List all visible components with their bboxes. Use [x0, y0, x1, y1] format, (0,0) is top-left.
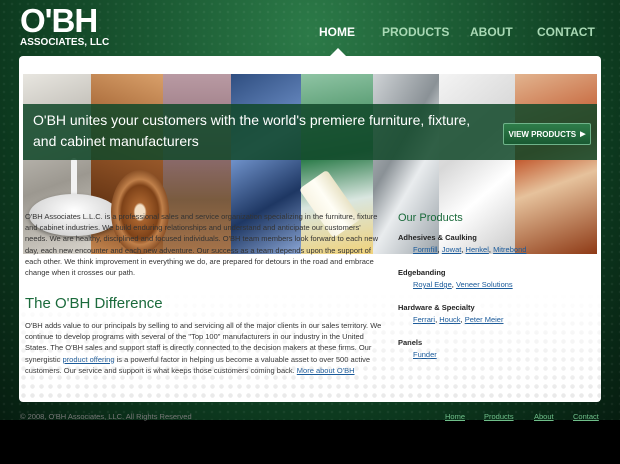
category-title: Panels	[398, 338, 423, 347]
product-link-ferrari[interactable]: Ferrari	[413, 315, 435, 324]
product-link-mitrebond[interactable]: Mitrebond	[493, 245, 526, 254]
nav-home[interactable]: HOME	[319, 25, 355, 39]
category-hardware: Hardware & Specialty Ferrari, Houck, Pet…	[398, 303, 594, 324]
product-link-houck[interactable]: Houck	[439, 315, 460, 324]
products-sidebar: Our Products Adhesives & Caulking Formfi…	[398, 212, 594, 373]
footer-link-contact[interactable]: Contact	[573, 412, 599, 421]
category-edgebanding: Edgebanding Royal Edge, Veneer Solutions	[398, 268, 594, 289]
nav-about[interactable]: ABOUT	[470, 25, 513, 39]
category-title: Adhesives & Caulking	[398, 233, 477, 242]
copyright-text: © 2008, O'BH Associates, LLC. All Rights…	[20, 412, 192, 421]
product-link-jowat[interactable]: Jowat	[442, 245, 462, 254]
product-link-formfill[interactable]: Formfill	[413, 245, 438, 254]
category-title: Edgebanding	[398, 268, 446, 277]
category-panels: Panels Funder	[398, 338, 594, 359]
main-nav: HOME PRODUCTS ABOUT CONTACT	[0, 25, 620, 41]
intro-paragraph: O'BH Associates L.L.C. is a professional…	[25, 212, 379, 278]
product-offering-link[interactable]: product offering	[63, 355, 115, 364]
more-about-link[interactable]: More about O'BH	[297, 366, 355, 375]
active-nav-pointer	[329, 48, 347, 57]
product-link-veneer-solutions[interactable]: Veneer Solutions	[456, 280, 513, 289]
category-title: Hardware & Specialty	[398, 303, 475, 312]
category-links: Formfill, Jowat, Henkel, Mitrebond	[413, 245, 527, 254]
product-link-royal-edge[interactable]: Royal Edge	[413, 280, 452, 289]
difference-paragraph: O'BH adds value to our principals by sel…	[25, 320, 385, 376]
arrow-right-icon: ▶	[580, 131, 586, 138]
category-links: Royal Edge, Veneer Solutions	[413, 280, 513, 289]
nav-products[interactable]: PRODUCTS	[382, 25, 449, 39]
category-links: Funder	[398, 350, 594, 359]
nav-contact[interactable]: CONTACT	[537, 25, 595, 39]
product-link-peter-meier[interactable]: Peter Meier	[465, 315, 504, 324]
view-products-button[interactable]: VIEW PRODUCTS ▶	[503, 123, 591, 145]
category-links: Ferrari, Houck, Peter Meier	[413, 315, 504, 324]
footer-link-products[interactable]: Products	[484, 412, 514, 421]
sidebar-title: Our Products	[398, 212, 463, 224]
footer: © 2008, O'BH Associates, LLC. All Rights…	[0, 408, 620, 428]
footer-link-home[interactable]: Home	[445, 412, 465, 421]
view-products-label: VIEW PRODUCTS	[508, 129, 577, 139]
banner-heading: O'BH unites your customers with the worl…	[33, 112, 471, 149]
product-link-funder[interactable]: Funder	[413, 350, 437, 359]
content-panel: O'BH unites your customers with the worl…	[19, 56, 601, 402]
product-link-henkel[interactable]: Henkel	[466, 245, 489, 254]
category-adhesives: Adhesives & Caulking Formfill, Jowat, He…	[398, 233, 594, 254]
section-title: The O'BH Difference	[25, 295, 163, 312]
footer-link-about[interactable]: About	[534, 412, 554, 421]
